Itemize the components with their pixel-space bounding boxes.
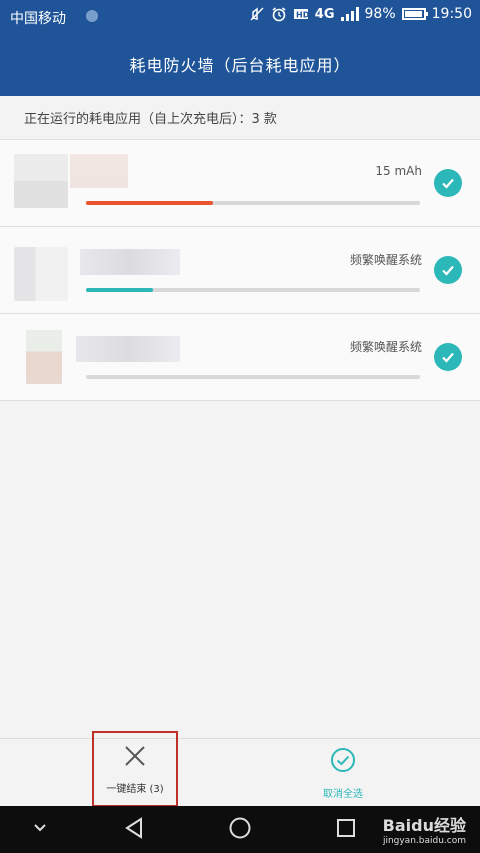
nav-hide-button[interactable] bbox=[10, 806, 70, 853]
nav-recents-button[interactable] bbox=[316, 806, 376, 853]
list-item[interactable]: 15 mAh bbox=[0, 140, 480, 227]
back-triangle-icon bbox=[122, 816, 146, 844]
end-all-label: 一键结束 (3) bbox=[106, 783, 164, 795]
network-badge-icon bbox=[86, 10, 98, 22]
usage-bar bbox=[86, 201, 420, 205]
usage-bar bbox=[86, 375, 420, 379]
mute-icon bbox=[249, 6, 265, 22]
battery-level bbox=[404, 11, 423, 17]
app-icon bbox=[14, 154, 68, 208]
running-apps-summary: 正在运行的耗电应用（自上次充电后）：3 款 bbox=[0, 96, 480, 140]
app-name-blurred bbox=[76, 336, 180, 362]
nav-home-button[interactable] bbox=[210, 806, 270, 853]
app-icon bbox=[26, 330, 62, 384]
check-circle-icon bbox=[330, 747, 356, 777]
bottom-action-bar: 一键结束 (3) 取消全选 bbox=[0, 731, 480, 807]
cancel-select-all-button[interactable]: 取消全选 bbox=[300, 739, 386, 807]
page-title: 耗电防火墙（后台耗电应用） bbox=[129, 56, 351, 75]
app-usage-value: 频繁唤醒系统 bbox=[349, 340, 422, 354]
status-icons: HD 4G 98% 19:50 bbox=[249, 6, 472, 22]
watermark-main: Baidu经验 bbox=[382, 816, 466, 835]
checkbox-checked-icon[interactable] bbox=[434, 256, 462, 284]
alarm-icon bbox=[271, 6, 287, 22]
clock: 19:50 bbox=[431, 6, 472, 22]
home-circle-icon bbox=[228, 816, 252, 844]
list-item[interactable]: 频繁唤醒系统 bbox=[0, 227, 480, 314]
chevron-down-icon bbox=[32, 820, 48, 840]
battery-percent: 98% bbox=[364, 6, 396, 22]
summary-text: 正在运行的耗电应用（自上次充电后）：3 款 bbox=[24, 112, 277, 127]
page-header: 耗电防火墙（后台耗电应用） bbox=[0, 32, 480, 96]
usage-bar-fill bbox=[86, 288, 153, 292]
app-usage-value: 15 mAh bbox=[375, 164, 422, 178]
checkbox-checked-icon[interactable] bbox=[434, 169, 462, 197]
4g-icon: 4G bbox=[314, 6, 335, 22]
end-all-button[interactable]: 一键结束 (3) bbox=[92, 731, 178, 807]
usage-bar-fill bbox=[86, 201, 213, 205]
list-item[interactable]: 频繁唤醒系统 bbox=[0, 314, 480, 401]
checkbox-checked-icon[interactable] bbox=[434, 343, 462, 371]
app-name-blurred bbox=[80, 249, 180, 275]
status-bar: 中国移动 HD 4G 98% 19:50 bbox=[0, 0, 480, 32]
baidu-watermark: Baidu经验 jingyan.baidu.com bbox=[383, 812, 466, 846]
svg-text:HD: HD bbox=[296, 11, 309, 20]
recents-square-icon bbox=[335, 817, 357, 843]
app-icon bbox=[14, 247, 68, 301]
system-nav-bar: Baidu经验 jingyan.baidu.com bbox=[0, 806, 480, 853]
app-list: 15 mAh 频繁唤醒系统 频繁唤醒系统 bbox=[0, 140, 480, 401]
carrier-name: 中国移动 bbox=[10, 11, 66, 27]
battery-icon bbox=[401, 8, 428, 20]
hd-icon: HD bbox=[293, 6, 309, 22]
watermark-sub: jingyan.baidu.com bbox=[382, 836, 466, 846]
signal-icon bbox=[340, 7, 359, 21]
app-usage-value: 频繁唤醒系统 bbox=[349, 253, 422, 267]
app-name-blurred bbox=[70, 154, 128, 188]
usage-bar bbox=[86, 288, 420, 292]
close-icon bbox=[123, 744, 147, 772]
nav-back-button[interactable] bbox=[104, 806, 164, 853]
cancel-select-all-label: 取消全选 bbox=[323, 788, 363, 800]
